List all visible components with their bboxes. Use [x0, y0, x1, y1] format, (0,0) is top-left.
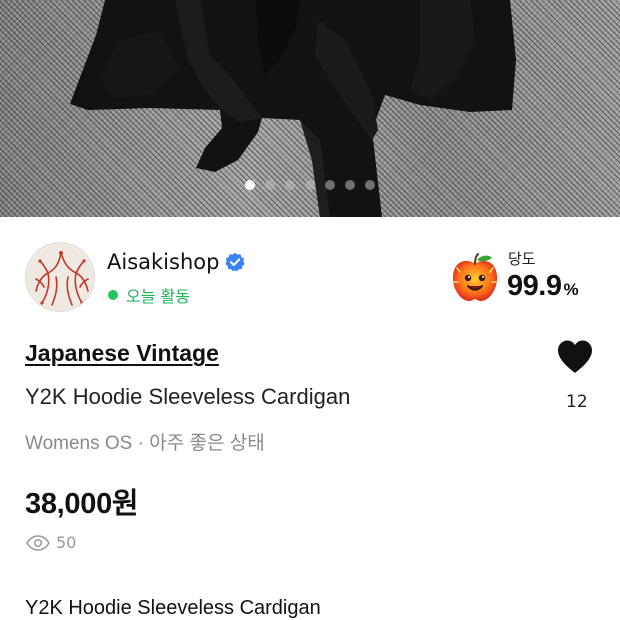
seller-logo-image — [26, 243, 94, 311]
carousel-dot[interactable] — [325, 180, 335, 190]
carousel-dot[interactable] — [285, 180, 295, 190]
carousel-indicator — [0, 180, 620, 192]
seller-avatar[interactable] — [25, 242, 95, 312]
view-count-value: 50 — [56, 533, 77, 552]
apple-mascot-icon — [452, 253, 498, 302]
carousel-dot[interactable] — [305, 180, 315, 190]
product-page: Aisakishop 오늘 활동 당도 99.9% Japanese Vinta… — [0, 0, 620, 620]
sweetness-label: 당도 — [508, 250, 536, 268]
product-image-carousel[interactable] — [0, 0, 620, 217]
verified-check-icon — [225, 252, 246, 272]
brand-link[interactable]: Japanese Vintage — [25, 340, 219, 367]
sweetness-value: 99.9 — [507, 270, 562, 302]
activity-label: 오늘 활동 — [126, 287, 190, 306]
seller-name-text: Aisakishop — [107, 250, 220, 274]
carousel-dot[interactable] — [345, 180, 355, 190]
seller-name[interactable]: Aisakishop — [107, 250, 246, 274]
product-price: 38,000원 — [25, 488, 139, 520]
heart-icon[interactable] — [556, 339, 594, 375]
carousel-dot[interactable] — [265, 180, 275, 190]
view-count: 50 — [26, 533, 76, 552]
eye-icon — [26, 534, 50, 551]
seller-activity-status: 오늘 활동 — [108, 283, 190, 307]
online-status-dot — [108, 290, 118, 300]
like-count: 12 — [566, 392, 588, 412]
sweetness-unit: % — [563, 280, 579, 299]
carousel-dot-active[interactable] — [245, 180, 255, 190]
product-title: Y2K Hoodie Sleeveless Cardigan — [25, 384, 351, 409]
sweetness-score[interactable]: 99.9% — [507, 270, 579, 303]
product-description: Y2K Hoodie Sleeveless Cardigan — [25, 597, 321, 619]
product-size-condition: Womens OS · 아주 좋은 상태 — [25, 433, 265, 454]
carousel-dot[interactable] — [365, 180, 375, 190]
